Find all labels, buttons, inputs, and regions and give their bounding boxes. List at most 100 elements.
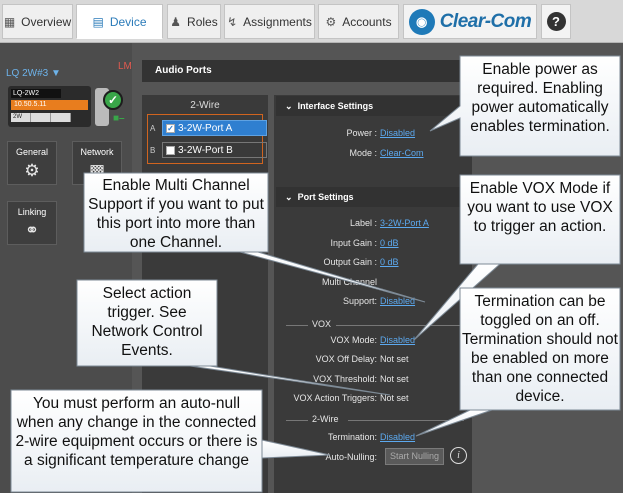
tab-label: Accounts (342, 14, 392, 29)
checkbox-checked-icon[interactable]: ✓ (166, 123, 175, 133)
input-gain-value[interactable]: 0 dB (380, 238, 399, 248)
group-divider (348, 420, 464, 421)
device-icon: ▤ (92, 14, 104, 29)
plug-icon: ■– (113, 113, 125, 124)
brand-logo: ◉ Clear-Com (403, 4, 537, 39)
tab-device[interactable]: ▤ Device (76, 4, 163, 39)
vox-off-delay-field: VOX Off Delay: Not set (257, 354, 409, 364)
tab-label: Overview (21, 14, 72, 29)
device-card[interactable]: LQ-2W2 10.50.5.11 2W (8, 86, 91, 127)
device-slots: 2W (11, 113, 71, 122)
sidebar-item-label: General (15, 147, 49, 157)
vox-action-triggers-field: VOX Action Triggers: Not set (257, 393, 409, 403)
section-title: Interface Settings (297, 101, 374, 111)
help-icon: ? (546, 12, 566, 31)
tab-label: Roles (187, 14, 218, 29)
port-item[interactable]: 3-2W-Port B (162, 142, 267, 158)
vox-group-title: VOX (312, 319, 332, 329)
vox-mode-field: VOX Mode: Disabled (257, 335, 415, 345)
network-icon: ▩ (88, 161, 106, 180)
checkbox-unchecked-icon[interactable] (166, 145, 175, 155)
field-label: Multi Channel (321, 277, 377, 287)
field-label: Support: (342, 296, 377, 306)
group-divider (286, 420, 308, 421)
port-settings-header[interactable]: ⌄ Port Settings (276, 187, 472, 207)
output-gain-field: Output Gain :0 dB (257, 257, 399, 267)
port-row-b[interactable]: B 3-2W-Port B (150, 142, 267, 158)
support-field: Support: Disabled (257, 296, 415, 306)
port-letter: A (150, 123, 156, 133)
termination-field: Termination: Disabled (257, 432, 415, 442)
start-nulling-button[interactable]: Start Nulling (385, 448, 444, 465)
sidebar-item-label: Linking (17, 207, 47, 217)
power-value[interactable]: Disabled (380, 128, 415, 138)
assignments-icon: ↯ (227, 14, 238, 29)
field-label: Mode : (349, 148, 377, 158)
roles-icon: ♟ (170, 14, 182, 29)
port-label: 3-2W-Port A (178, 122, 233, 134)
port-label: 3-2W-Port B (178, 144, 233, 156)
mode-field: Mode : Clear-Com (257, 148, 424, 158)
device-slot (31, 113, 51, 122)
group-divider (336, 325, 464, 326)
grid-icon: ▦ (3, 14, 16, 29)
top-navigation: ▦ Overview ▤ Device ♟ Roles ↯ Assignment… (0, 0, 623, 43)
accounts-icon: ⚙ (325, 14, 337, 29)
chevron-down-icon: ⌄ (285, 192, 293, 202)
device-ip: 10.50.5.11 (11, 100, 88, 110)
field-label: VOX Mode: (330, 335, 377, 345)
tab-overview[interactable]: ▦ Overview (2, 4, 73, 39)
field-label: VOX Threshold: (313, 374, 377, 384)
port-group-label: 2-Wire (190, 100, 220, 111)
field-label: Output Gain : (323, 257, 377, 267)
sidebar: LQ 2W#3 ▼ LM LQ-2W2 10.50.5.11 2W ✓ ■– G… (0, 43, 132, 493)
page-title: Audio Ports (142, 60, 472, 82)
check-icon: ✓ (103, 90, 123, 110)
vox-mode-value[interactable]: Disabled (380, 335, 415, 345)
mode-value[interactable]: Clear-Com (380, 148, 424, 158)
info-icon[interactable]: i (450, 447, 467, 464)
link-icon: ⚭ (24, 221, 40, 240)
support-value[interactable]: Disabled (380, 296, 415, 306)
power-field: Power : Disabled (257, 128, 415, 138)
port-letter: B (150, 145, 156, 155)
termination-value[interactable]: Disabled (380, 432, 415, 442)
field-label: Power : (346, 128, 377, 138)
label-value[interactable]: 3-2W-Port A (380, 218, 429, 228)
help-button[interactable]: ? (541, 4, 571, 39)
interface-settings-header[interactable]: ⌄ Interface Settings (276, 96, 472, 116)
field-label: Auto-Nulling: (325, 452, 377, 462)
vox-action-triggers-value[interactable]: Not set (380, 393, 409, 403)
device-slot: 2W (11, 113, 31, 122)
field-label: VOX Off Delay: (315, 354, 377, 364)
auto-nulling-field: Auto-Nulling: (257, 452, 377, 462)
field-label: Label : (349, 218, 377, 228)
tab-assignments[interactable]: ↯ Assignments (224, 4, 315, 39)
port-item[interactable]: ✓ 3-2W-Port A (162, 120, 267, 136)
port-row-a[interactable]: A ✓ 3-2W-Port A (150, 120, 267, 136)
tab-label: Assignments (243, 14, 312, 29)
vox-threshold-value[interactable]: Not set (380, 374, 409, 384)
sidebar-item-network[interactable]: Network ▩ (72, 141, 122, 185)
vox-off-delay-value[interactable]: Not set (380, 354, 409, 364)
sidebar-item-label: Network (80, 147, 114, 157)
vox-threshold-field: VOX Threshold: Not set (257, 374, 409, 384)
lm-badge: LM (118, 61, 132, 72)
tab-roles[interactable]: ♟ Roles (167, 4, 221, 39)
chevron-down-icon: ⌄ (285, 101, 293, 111)
section-title: Port Settings (297, 192, 354, 202)
device-selector[interactable]: LQ 2W#3 ▼ (6, 68, 61, 79)
tab-accounts[interactable]: ⚙ Accounts (318, 4, 399, 39)
sidebar-item-general[interactable]: General ⚙ (7, 141, 57, 185)
multi-channel-label: Multi Channel (257, 277, 377, 287)
chevron-down-icon: ▼ (51, 68, 61, 79)
field-label: VOX Action Triggers: (293, 393, 377, 403)
output-gain-value[interactable]: 0 dB (380, 257, 399, 267)
group-divider (286, 325, 308, 326)
brand-name: Clear-Com (439, 10, 532, 32)
clear-com-logo-icon: ◉ (408, 8, 435, 35)
sidebar-item-linking[interactable]: Linking ⚭ (7, 201, 57, 245)
field-label: Input Gain : (330, 238, 377, 248)
device-name: LQ-2W2 (11, 89, 61, 98)
gear-icon: ⚙ (24, 161, 40, 180)
